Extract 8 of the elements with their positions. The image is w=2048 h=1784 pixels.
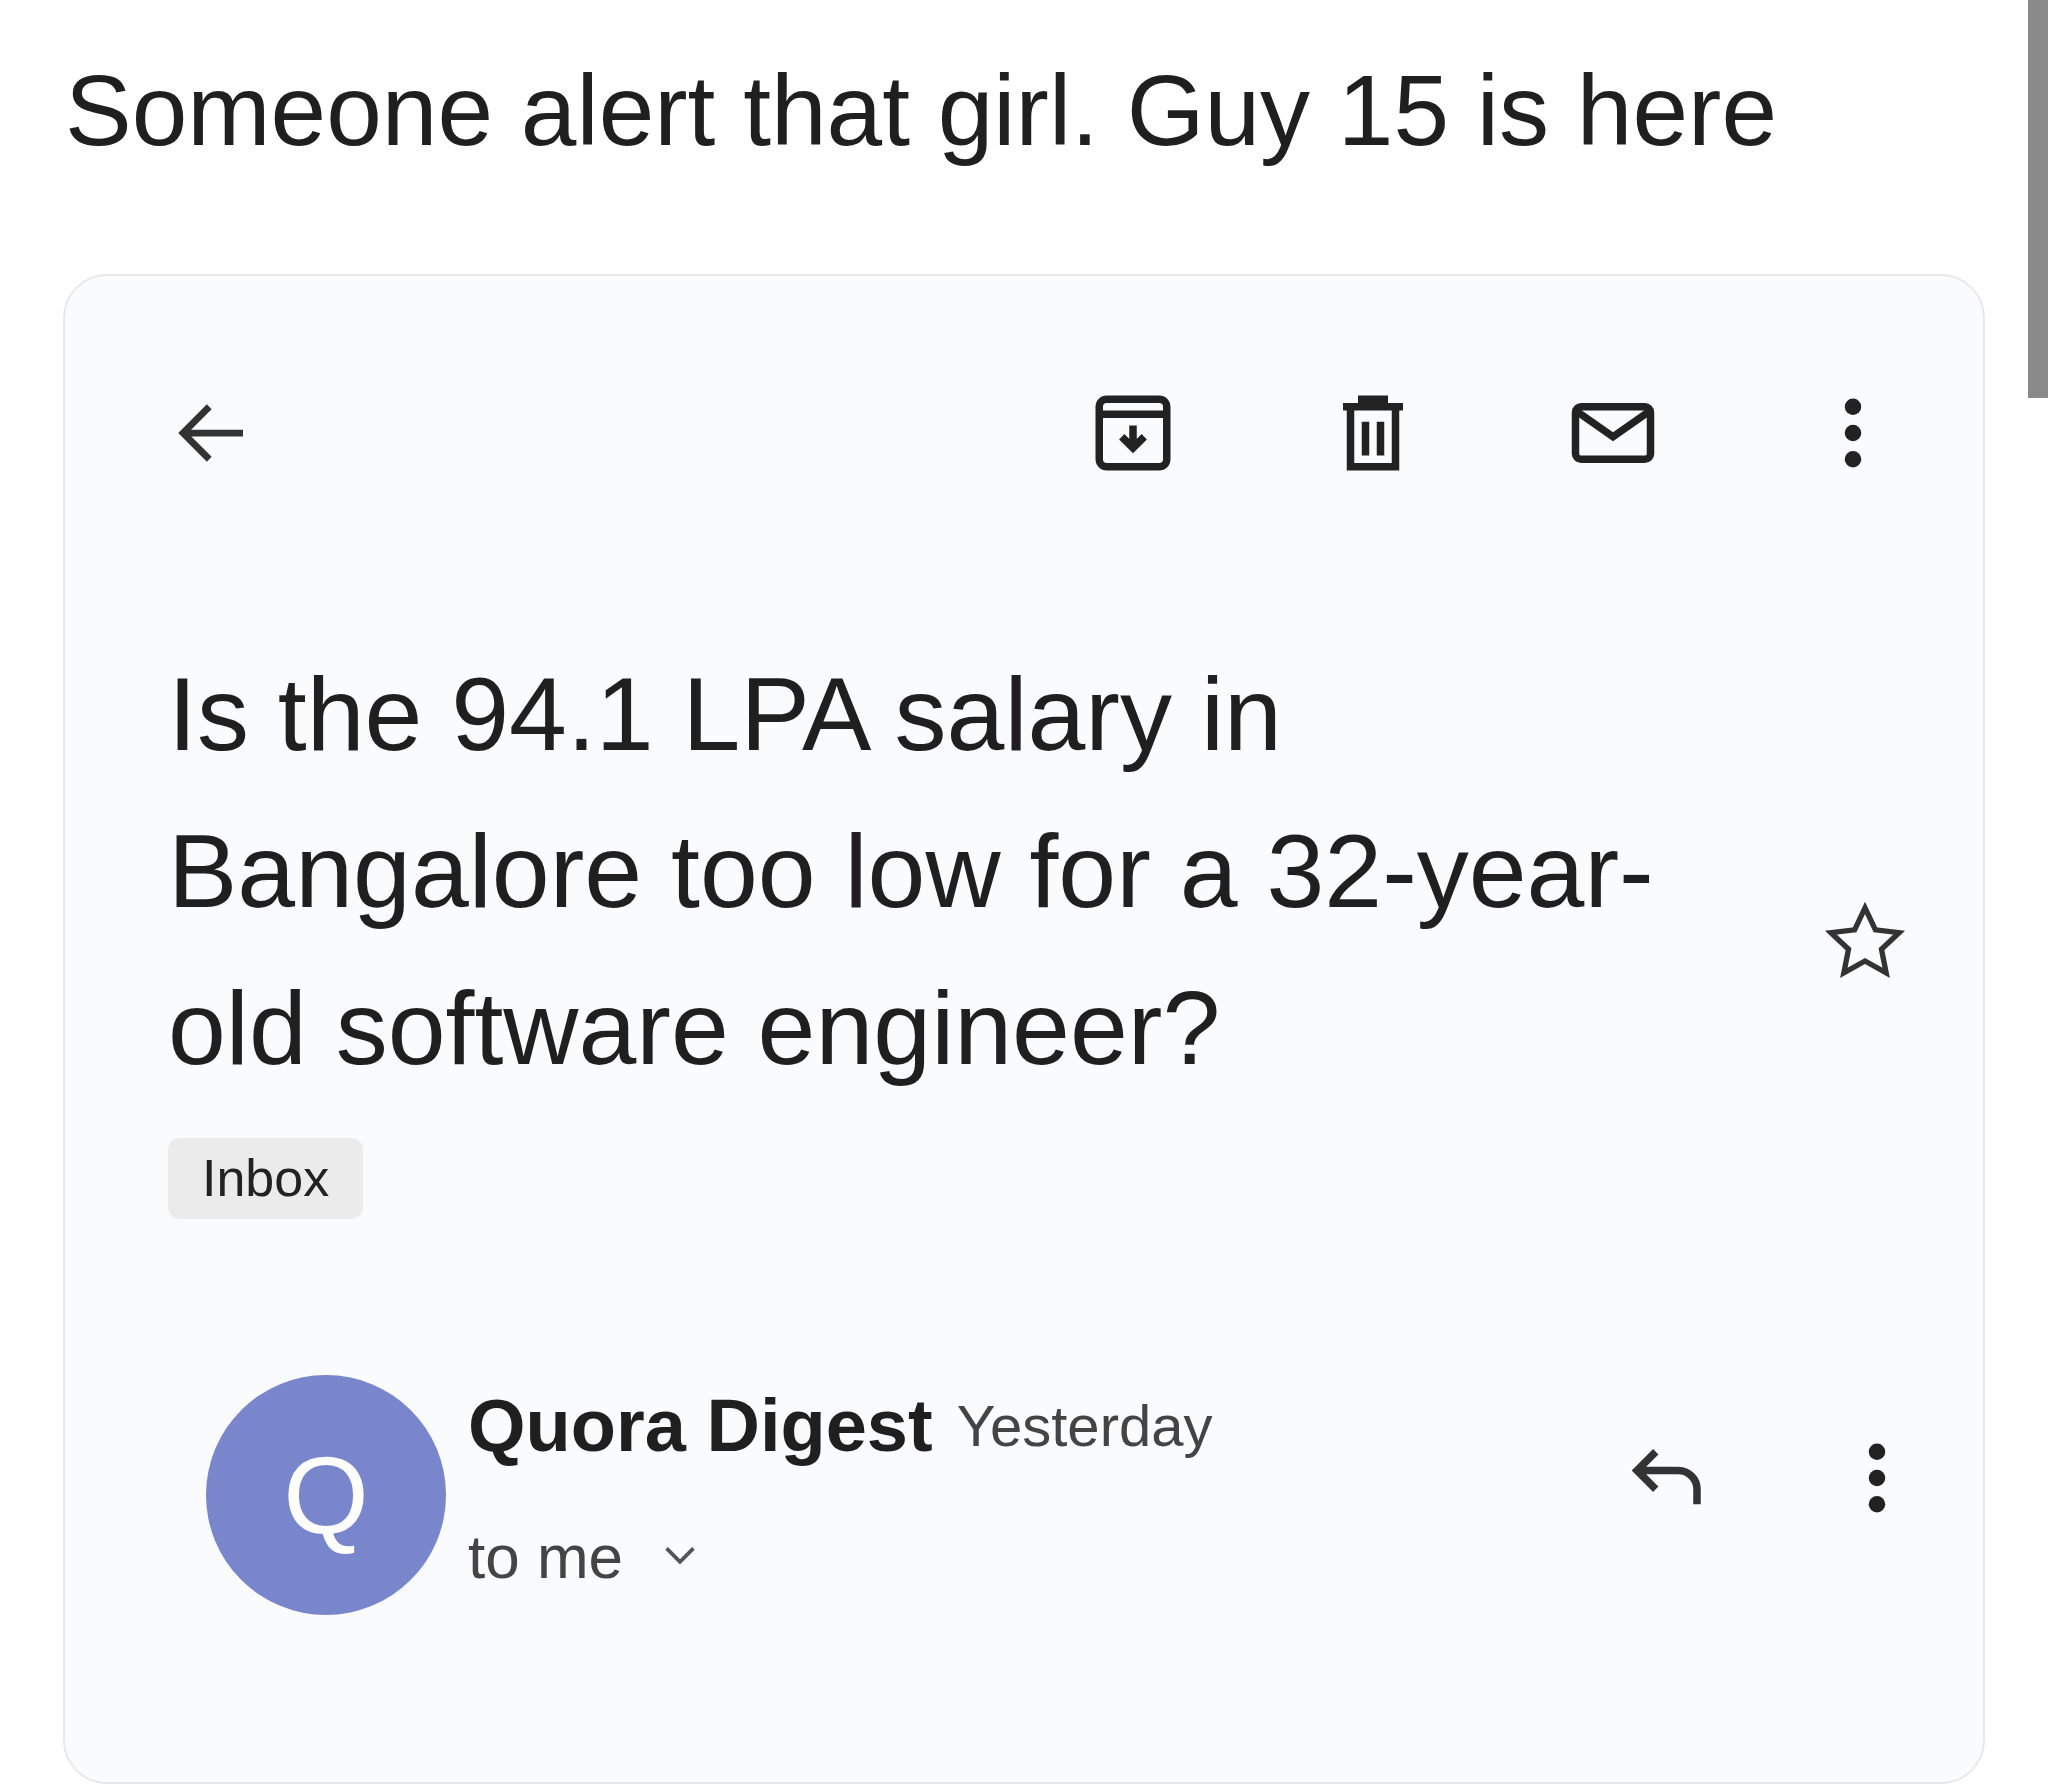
- label-chip[interactable]: Inbox: [168, 1138, 364, 1219]
- scrollbar[interactable]: [2028, 0, 2048, 398]
- sender-avatar: Q: [206, 1375, 446, 1615]
- email-time: Yesterday: [956, 1391, 1213, 1459]
- sender-name: Quora Digest: [468, 1382, 933, 1468]
- recipient-text: to me: [468, 1520, 624, 1592]
- post-text: Someone alert that girl. Guy 15 is here: [65, 53, 1777, 168]
- email-subject: Is the 94.1 LPA salary in Bangalore too low for a 32-year-old software engineer?: [168, 655, 1655, 1088]
